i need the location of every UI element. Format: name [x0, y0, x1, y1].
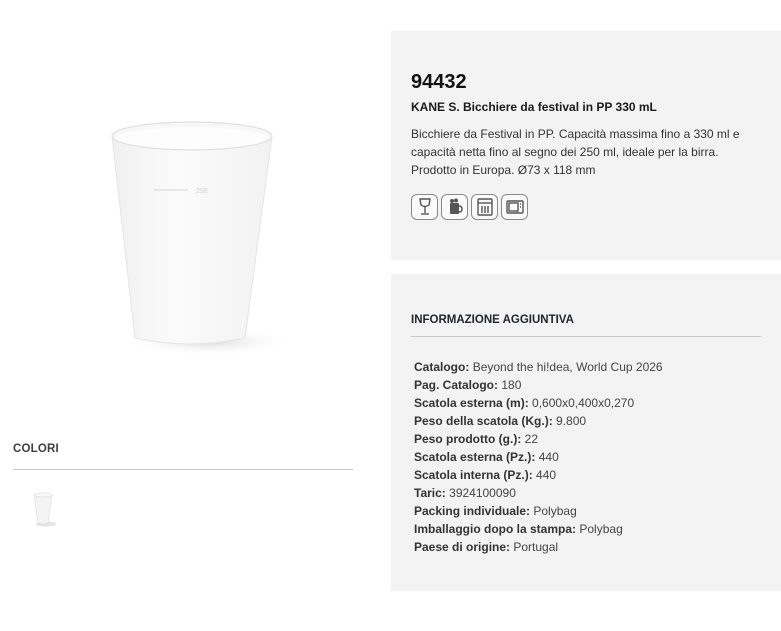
product-name: KANE S. Bicchiere da festival in PP 330 …: [411, 100, 657, 114]
info-row-imballaggio: Imballaggio dopo la stampa: Polybag: [414, 522, 623, 536]
info-row-pag-catalogo: Pag. Catalogo: 180: [414, 378, 522, 392]
feature-icons: [411, 194, 528, 220]
svg-text:250: 250: [196, 188, 208, 195]
info-row-catalogo: Catalogo: Beyond the hi!dea, World Cup 2…: [414, 360, 663, 374]
info-row-scatola-esterna-m: Scatola esterna (m): 0,600x0,400x0,270: [414, 396, 635, 410]
glass-icon: [411, 194, 438, 220]
product-code: 94432: [411, 71, 467, 93]
color-swatch-transparent-white[interactable]: [28, 490, 58, 528]
additional-info-title: INFORMAZIONE AGGIUNTIVA: [411, 314, 574, 326]
info-row-taric: Taric: 3924100090: [414, 486, 516, 500]
microwave-icon: [501, 194, 528, 220]
colors-divider: [13, 469, 353, 470]
info-row-paese-origine: Paese di origine: Portugal: [414, 540, 559, 554]
dishwasher-icon: [471, 194, 498, 220]
additional-info-panel: INFORMAZIONE AGGIUNTIVA Catalogo: Beyond…: [391, 274, 781, 591]
additional-info-list: Catalogo: Beyond the hi!dea, World Cup 2…: [414, 358, 663, 556]
info-row-scatola-esterna-pz: Scatola esterna (Pz.): 440: [414, 450, 559, 464]
product-description: Bicchiere da Festival in PP. Capacità ma…: [411, 127, 740, 177]
info-row-peso-prodotto: Peso prodotto (g.): 22: [414, 432, 539, 446]
product-image: 250: [90, 110, 300, 370]
info-row-scatola-interna-pz: Scatola interna (Pz.): 440: [414, 468, 557, 482]
colors-title: COLORI: [13, 443, 59, 455]
product-summary-panel: 94432 KANE S. Bicchiere da festival in P…: [391, 31, 781, 260]
info-row-peso-scatola: Peso della scatola (Kg.): 9.800: [414, 414, 587, 428]
beer-icon: [441, 194, 468, 220]
additional-info-divider: [411, 336, 761, 337]
info-row-packing-individuale: Packing individuale: Polybag: [414, 504, 577, 518]
